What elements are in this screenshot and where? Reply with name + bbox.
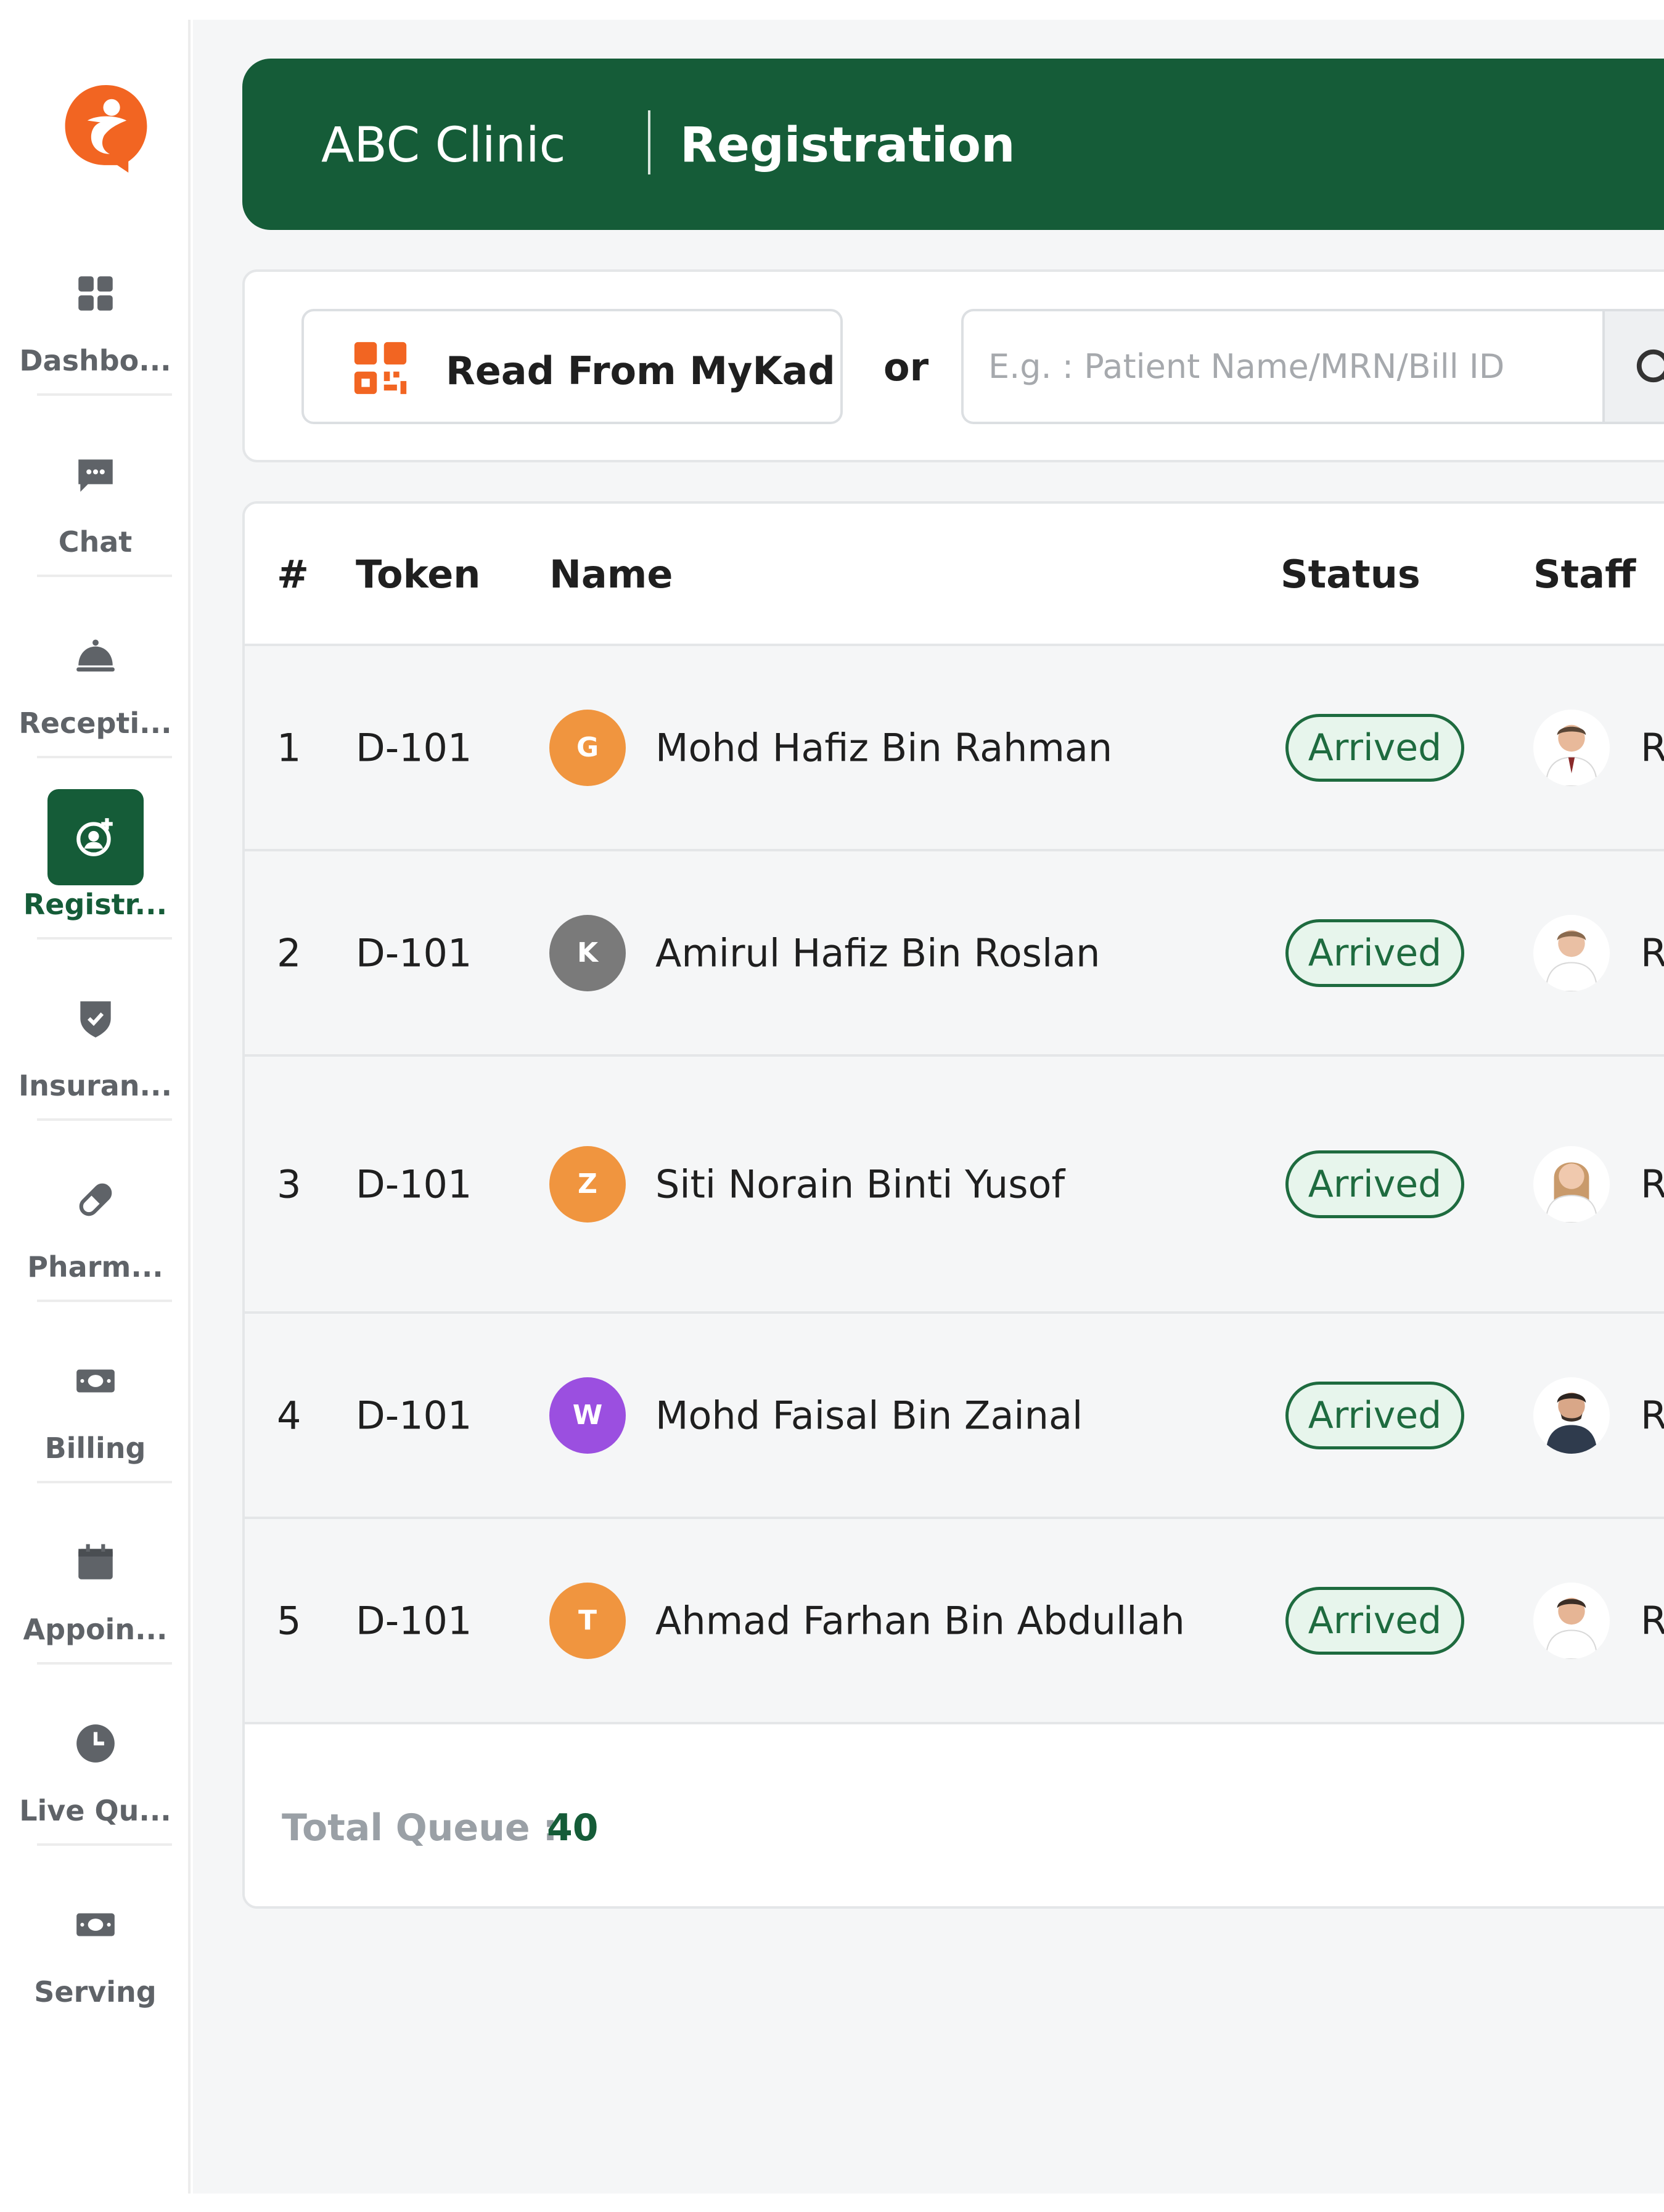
patient-name[interactable]: Mohd Faisal Bin Zainal	[655, 1393, 1083, 1438]
total-queue-label: Total Queue :	[282, 1806, 558, 1849]
sidebar-item-chat[interactable]: Chat	[0, 396, 191, 577]
status-badge: Arrived	[1285, 1381, 1464, 1449]
chat-icon	[47, 427, 144, 523]
patient-search-bar: Read From MyKad or	[242, 269, 1664, 462]
user-add-icon	[47, 789, 144, 885]
avatar: K	[549, 914, 626, 991]
table-row[interactable]: 4 D-101 W Mohd Faisal Bin Zainal Arrived…	[245, 1314, 1664, 1519]
app-logo[interactable]	[58, 80, 154, 173]
read-mykad-label: Read From MyKad	[446, 348, 835, 393]
clock-icon	[47, 1695, 144, 1792]
status-badge: Arrived	[1285, 1150, 1464, 1218]
staff-avatar	[1533, 1377, 1610, 1454]
read-mykad-button[interactable]: Read From MyKad	[301, 309, 843, 424]
sidebar: Dashbo... Chat Recepti... Registr... Ins…	[0, 20, 191, 2194]
bell-icon	[47, 608, 144, 704]
sidebar-item-label: Live Qu...	[19, 1794, 171, 1827]
patient-name[interactable]: Ahmad Farhan Bin Abdullah	[655, 1598, 1185, 1643]
avatar: Z	[549, 1145, 626, 1223]
sidebar-item-label: Serving	[34, 1975, 157, 2009]
sidebar-item-insurance[interactable]: Insuran...	[0, 940, 191, 1121]
staff-avatar	[1533, 1582, 1610, 1659]
page-header: ABC Clinic Registration	[242, 59, 1664, 230]
qr-code-icon	[354, 342, 407, 395]
grid-icon	[47, 245, 144, 342]
token: D-101	[356, 1393, 472, 1438]
status-badge: Arrived	[1285, 1586, 1464, 1655]
or-label: or	[883, 345, 929, 390]
avatar: T	[549, 1582, 626, 1659]
status-badge: Arrived	[1285, 919, 1464, 987]
sidebar-item-label: Registr...	[23, 888, 168, 921]
staff-name: Re	[1641, 1161, 1664, 1206]
header-divider	[648, 110, 650, 174]
clinic-name: ABC Clinic	[321, 118, 566, 173]
sidebar-item-label: Insuran...	[18, 1069, 172, 1102]
search-icon	[1636, 349, 1664, 383]
staff-name: Re	[1641, 725, 1664, 770]
sidebar-item-pharmacy[interactable]: Pharm...	[0, 1121, 191, 1302]
token: D-101	[356, 930, 472, 975]
table-row[interactable]: 3 D-101 Z Siti Norain Binti Yusof Arrive…	[245, 1057, 1664, 1314]
staff-avatar	[1533, 709, 1610, 786]
column-header-status: Status	[1281, 552, 1420, 597]
sidebar-item-label: Chat	[58, 525, 133, 559]
row-number: 5	[277, 1598, 301, 1643]
patient-name[interactable]: Siti Norain Binti Yusof	[655, 1161, 1065, 1206]
sidebar-item-registration[interactable]: Registr...	[0, 758, 191, 940]
sidebar-item-label: Billing	[44, 1432, 146, 1465]
token: D-101	[356, 1161, 472, 1206]
avatar: G	[549, 709, 626, 786]
staff-avatar	[1533, 914, 1610, 991]
sidebar-item-billing[interactable]: Billing	[0, 1302, 191, 1483]
staff-avatar	[1533, 1145, 1610, 1223]
sidebar-item-label: Pharm...	[27, 1250, 163, 1284]
table-row[interactable]: 5 D-101 T Ahmad Farhan Bin Abdullah Arri…	[245, 1519, 1664, 1724]
table-footer: Total Queue : 40	[245, 1745, 1664, 1906]
status-badge: Arrived	[1285, 713, 1464, 782]
sidebar-item-label: Appoin...	[23, 1613, 168, 1646]
row-number: 3	[277, 1161, 301, 1206]
calendar-icon	[47, 1514, 144, 1610]
column-header-number: #	[277, 552, 309, 597]
table-row[interactable]: 1 D-101 G Mohd Hafiz Bin Rahman Arrived …	[245, 646, 1664, 851]
table-header: # Token Name Status Staff	[245, 504, 1664, 646]
money-icon	[47, 1333, 144, 1429]
queue-table: # Token Name Status Staff 1 D-101 G Mohd…	[242, 501, 1664, 1909]
sidebar-item-label: Dashbo...	[19, 344, 171, 377]
column-header-token: Token	[356, 552, 481, 597]
page-title: Registration	[680, 118, 1015, 173]
sidebar-item-dashboard[interactable]: Dashbo...	[0, 215, 191, 396]
sidebar-item-reception[interactable]: Recepti...	[0, 577, 191, 758]
column-header-name: Name	[549, 552, 673, 597]
token: D-101	[356, 1598, 472, 1643]
staff-name: Re	[1641, 930, 1664, 975]
shield-icon	[47, 970, 144, 1067]
staff-name: Re	[1641, 1598, 1664, 1643]
total-queue-count: 40	[547, 1806, 599, 1849]
sidebar-item-serving[interactable]: Serving	[0, 1846, 191, 2027]
avatar: W	[549, 1377, 626, 1454]
main-content: ABC Clinic Registration Read From MyKad …	[193, 20, 1664, 2194]
sidebar-item-appointment[interactable]: Appoin...	[0, 1483, 191, 1665]
money-icon	[47, 1877, 144, 1973]
sidebar-item-label: Recepti...	[18, 707, 172, 740]
patient-name[interactable]: Amirul Hafiz Bin Roslan	[655, 930, 1100, 975]
column-header-staff: Staff	[1533, 552, 1636, 597]
row-number: 4	[277, 1393, 301, 1438]
table-row[interactable]: 2 D-101 K Amirul Hafiz Bin Roslan Arrive…	[245, 851, 1664, 1057]
patient-name[interactable]: Mohd Hafiz Bin Rahman	[655, 725, 1112, 770]
row-number: 2	[277, 930, 301, 975]
search-button[interactable]	[1602, 309, 1664, 424]
token: D-101	[356, 725, 472, 770]
pill-icon	[47, 1152, 144, 1248]
staff-name: Re	[1641, 1393, 1664, 1438]
sidebar-item-live-queue[interactable]: Live Qu...	[0, 1665, 191, 1846]
patient-search-input[interactable]	[961, 309, 1602, 424]
row-number: 1	[277, 725, 301, 770]
